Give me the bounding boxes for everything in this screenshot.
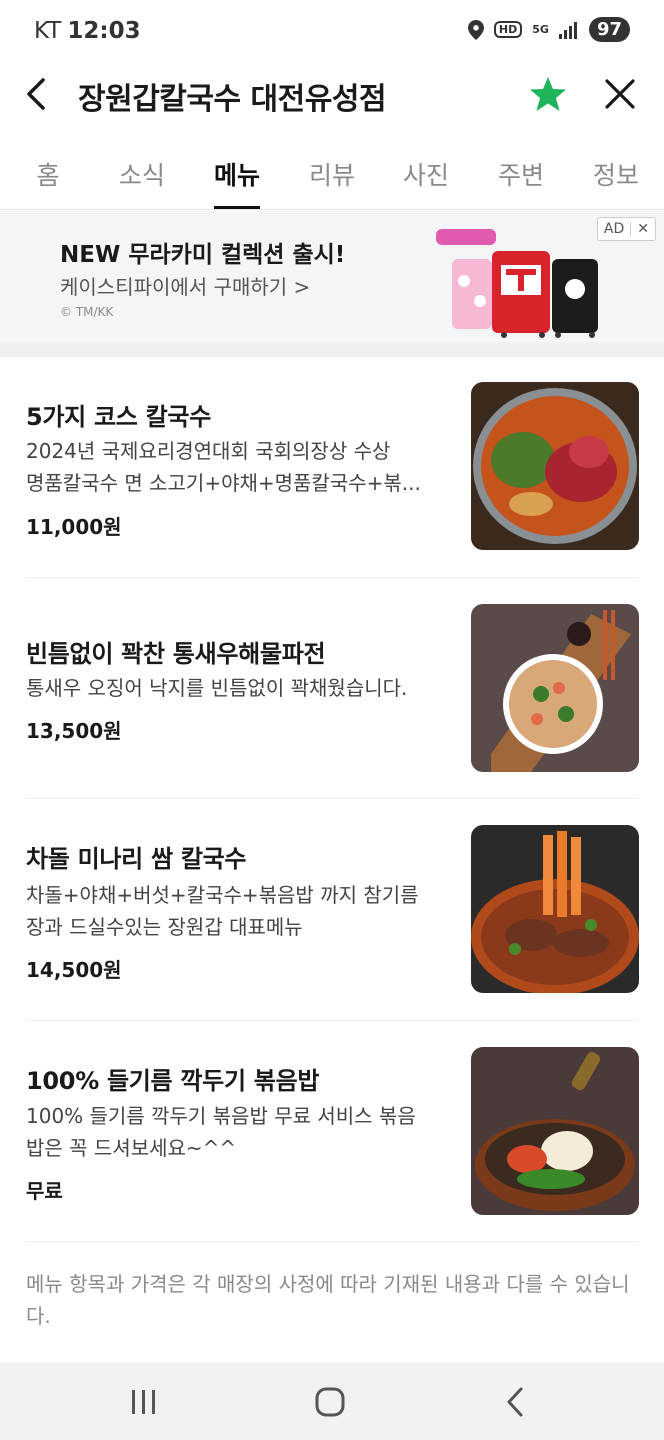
menu-item-desc-line: 차돌+야채+버섯+칼국수+볶음밥 까지 참기름 <box>26 883 419 907</box>
home-icon[interactable] <box>308 1380 352 1424</box>
tab-news[interactable]: 소식 <box>102 156 182 192</box>
menu-item-desc-line: 장과 드실수있는 장원갑 대표메뉴 <box>26 915 303 939</box>
back-nav-icon[interactable] <box>494 1380 538 1424</box>
ad-label: AD <box>603 221 625 237</box>
status-carrier: KT 12:03 <box>34 18 141 44</box>
menu-item-price: 13,500원 <box>26 719 122 743</box>
signal-icon <box>558 21 577 39</box>
back-button[interactable] <box>18 74 58 114</box>
menu-item-price: 14,500원 <box>26 958 122 982</box>
status-time: 12:03 <box>67 18 141 44</box>
menu-item-desc-line: 통새우 오징어 낙지를 빈틈없이 꽉채웠습니다. <box>26 676 408 700</box>
favorite-button[interactable] <box>528 74 568 114</box>
tab-reviews[interactable]: 리뷰 <box>292 156 372 192</box>
status-bar: KT 12:03 HD 5G 97 <box>0 0 664 62</box>
close-button[interactable] <box>600 74 640 114</box>
system-nav-bar <box>0 1362 664 1440</box>
menu-item-photo <box>471 382 639 550</box>
ad-copyright: © TM/KK <box>60 305 114 319</box>
ad-banner[interactable]: NEW 무라카미 컬렉션 출시! 케이스티파이에서 구매하기 > © TM/KK… <box>0 211 664 343</box>
menu-item-description: 100% 들기름 깍두기 볶음밥 무료 서비스 볶음 밥은 꼭 드셔보세요~^^ <box>26 1100 446 1164</box>
menu-item-desc-line: 명품칼국수 면 소고기+야채+명품칼국수+볶... <box>26 471 421 495</box>
menu-item-description: 2024년 국제요리경연대회 국회의장상 수상 명품칼국수 면 소고기+야채+명… <box>26 435 446 499</box>
menu-item-photo <box>471 825 639 993</box>
menu-item-name: 5가지 코스 칼국수 <box>26 403 211 431</box>
menu-item-desc-line: 100% 들기름 깍두기 볶음밥 무료 서비스 볶음 <box>26 1104 416 1128</box>
menu-item-price: 11,000원 <box>26 515 122 539</box>
ad-link[interactable]: 케이스티파이에서 구매하기 > <box>60 271 310 300</box>
location-icon <box>467 19 484 40</box>
status-icons: HD 5G 97 <box>467 17 630 42</box>
menu-item-name: 100% 들기름 깍두기 볶음밥 <box>26 1067 320 1095</box>
menu-item-description: 통새우 오징어 낙지를 빈틈없이 꽉채웠습니다. <box>26 672 446 704</box>
tab-info[interactable]: 정보 <box>576 156 656 192</box>
tab-home[interactable]: 홈 <box>8 156 88 192</box>
network-5g-icon: 5G <box>532 23 549 36</box>
menu-item-name: 차돌 미나리 쌈 칼국수 <box>26 845 247 873</box>
recent-apps-icon[interactable] <box>122 1380 166 1424</box>
menu-item[interactable]: 5가지 코스 칼국수 2024년 국제요리경연대회 국회의장상 수상 명품칼국수… <box>0 357 664 577</box>
menu-item-description: 차돌+야채+버섯+칼국수+볶음밥 까지 참기름 장과 드실수있는 장원갑 대표메… <box>26 879 446 943</box>
menu-divider <box>26 1241 638 1242</box>
menu-item[interactable]: 빈틈없이 꽉찬 통새우해물파전 통새우 오징어 낙지를 빈틈없이 꽉채웠습니다.… <box>0 578 664 798</box>
close-icon <box>605 79 635 109</box>
menu-item-price: 무료 <box>26 1179 63 1203</box>
battery-indicator: 97 <box>588 17 630 42</box>
ad-close-icon[interactable]: ✕ <box>631 221 655 237</box>
section-gap <box>0 343 664 357</box>
menu-item-desc-line: 2024년 국제요리경연대회 국회의장상 수상 <box>26 439 391 463</box>
hd-icon: HD <box>493 21 523 38</box>
tab-menu[interactable]: 메뉴 <box>197 156 277 192</box>
active-tab-indicator <box>214 206 260 209</box>
menu-disclaimer: 메뉴 항목과 가격은 각 매장의 사정에 따라 기재된 내용과 다를 수 있습니… <box>26 1272 630 1328</box>
carrier-label: KT <box>34 18 62 44</box>
ad-title: NEW 무라카미 컬렉션 출시! <box>60 242 346 268</box>
tab-nearby[interactable]: 주변 <box>481 156 561 192</box>
menu-item-desc-line: 밥은 꼭 드셔보세요~^^ <box>26 1136 237 1160</box>
tab-bar: 홈 소식 메뉴 리뷰 사진 주변 정보 <box>0 140 664 210</box>
menu-item[interactable]: 100% 들기름 깍두기 볶음밥 100% 들기름 깍두기 볶음밥 무료 서비스… <box>0 1021 664 1241</box>
ad-suitcases-image <box>436 229 598 338</box>
ad-badge: AD ✕ <box>596 217 656 241</box>
page-title: 장원갑칼국수 대전유성점 <box>78 82 387 117</box>
menu-item-name: 빈틈없이 꽉찬 통새우해물파전 <box>26 640 326 668</box>
menu-item-photo <box>471 1047 639 1215</box>
tab-photos[interactable]: 사진 <box>386 156 466 192</box>
star-icon <box>530 77 566 111</box>
menu-item-photo <box>471 604 639 772</box>
menu-item[interactable]: 차돌 미나리 쌈 칼국수 차돌+야채+버섯+칼국수+볶음밥 까지 참기름 장과 … <box>0 799 664 1019</box>
chevron-left-icon <box>27 78 45 110</box>
app-header: 장원갑칼국수 대전유성점 <box>0 62 664 128</box>
